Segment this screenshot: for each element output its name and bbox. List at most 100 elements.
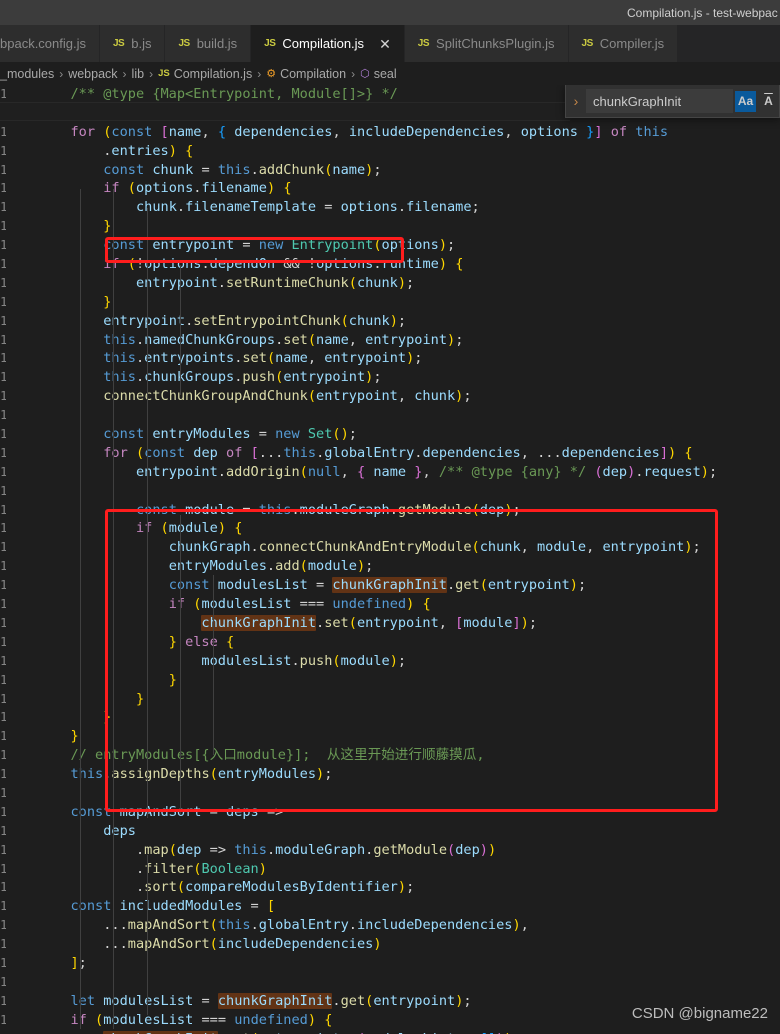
code-line[interactable]: }	[0, 671, 780, 690]
code-editor[interactable]: 1268126912701271127212731274127512761277…	[0, 85, 780, 1034]
editor-tab-compiler-js[interactable]: JS Compiler.js	[568, 25, 679, 62]
method-icon: ⬡	[360, 68, 370, 80]
code-line[interactable]: const modulesList = chunkGraphInit.get(e…	[0, 576, 780, 595]
indent-guide	[180, 515, 181, 815]
code-line[interactable]: const entryModules = new Set();	[0, 425, 780, 444]
code-line[interactable]: }	[0, 690, 780, 709]
code-line[interactable]: chunk.filenameTemplate = options.filenam…	[0, 198, 780, 217]
find-expand-icon[interactable]: ›	[566, 93, 586, 109]
code-line[interactable]: }	[0, 217, 780, 236]
code-line[interactable]: chunkGraph.connectChunkAndEntryModule(ch…	[0, 538, 780, 557]
breadcrumb-separator-icon: ›	[149, 66, 154, 81]
code-line[interactable]: modulesList.push(module);	[0, 652, 780, 671]
code-line[interactable]: if (module) {	[0, 519, 780, 538]
code-line[interactable]: deps	[0, 822, 780, 841]
breadcrumb-item-seal[interactable]: ⬡ seal	[360, 67, 397, 81]
breadcrumb-item-label: _modules	[0, 66, 55, 81]
breadcrumb-item-label: lib	[131, 66, 145, 81]
editor-tab-build-js[interactable]: JS build.js	[165, 25, 252, 62]
code-line[interactable]: ];	[0, 954, 780, 973]
js-file-icon: JS	[581, 38, 594, 49]
code-line[interactable]	[0, 784, 780, 803]
code-line[interactable]: .filter(Boolean)	[0, 860, 780, 879]
breadcrumb-item-_modules[interactable]: _modules	[0, 67, 54, 81]
watermark: CSDN @bigname22	[631, 1005, 768, 1022]
breadcrumb-item-compilation[interactable]: ⚙ Compilation	[266, 67, 346, 81]
js-file-icon: JS	[113, 38, 125, 49]
jsdoc-comment: /** @type {Map<Entrypoint, Module[]>} */	[5, 86, 398, 102]
code-line[interactable]: this.namedChunkGroups.set(name, entrypoi…	[0, 331, 780, 350]
code-line[interactable]	[0, 406, 780, 425]
code-line[interactable]: entrypoint.setRuntimeChunk(chunk);	[0, 274, 780, 293]
code-line[interactable]: }	[0, 708, 780, 727]
code-content[interactable]: /** @type {Map<Entrypoint, Module[]>} */…	[0, 85, 780, 1034]
match-case-button[interactable]: Aa	[735, 90, 756, 112]
breadcrumb-item-webpack[interactable]: webpack	[68, 67, 117, 81]
text-cursor	[340, 104, 343, 120]
code-line[interactable]: connectChunkGroupAndChunk(entrypoint, ch…	[0, 387, 780, 406]
code-line[interactable]: }	[0, 293, 780, 312]
editor-tab-splitchunksplugin-js[interactable]: JS SplitChunksPlugin.js	[404, 25, 569, 62]
breadcrumb-item-lib[interactable]: lib	[132, 67, 145, 81]
search-match: chunkGraphInit	[332, 577, 447, 594]
code-line[interactable]: this.chunkGroups.push(entrypoint);	[0, 368, 780, 387]
editor-tab-label: b.js	[131, 36, 152, 51]
search-match: chunkGraphInit	[119, 104, 235, 121]
breadcrumb-item-compilation-js[interactable]: JS Compilation.js	[158, 67, 252, 81]
js-file-icon: JS	[158, 68, 170, 79]
breadcrumb-separator-icon: ›	[351, 66, 356, 81]
code-line[interactable]	[0, 482, 780, 501]
editor-tab-b-js[interactable]: JS b.js	[100, 25, 166, 62]
search-match: chunkGraphInit	[217, 992, 333, 1009]
window-title: Compilation.js - test-webpac	[627, 5, 778, 20]
match-whole-word-button[interactable]: A	[758, 91, 779, 112]
code-line[interactable]: const module = this.moduleGraph.getModul…	[0, 501, 780, 520]
code-line[interactable]: const mapAndSort = deps =>	[0, 803, 780, 822]
breadcrumb-separator-icon: ›	[122, 66, 127, 81]
code-line[interactable]: .entries) {	[0, 142, 780, 161]
match-whole-word-label: A	[764, 94, 773, 108]
find-widget[interactable]: › chunkGraphInit Aa A	[565, 85, 780, 118]
js-file-icon: JS	[417, 38, 430, 49]
code-line[interactable]: if (options.filename) {	[0, 179, 780, 198]
code-line[interactable]: chunkGraphInit.set(entrypoint, [module])…	[0, 614, 780, 633]
find-input[interactable]: chunkGraphInit	[586, 89, 733, 113]
class-icon: ⚙	[266, 68, 277, 80]
code-line[interactable]: const includedModules = [	[0, 897, 780, 916]
code-line[interactable]: } else {	[0, 633, 780, 652]
breadcrumb[interactable]: _modules › webpack › lib › JS Compilation.js › ⚙ C…	[0, 62, 780, 85]
code-line[interactable]: chunkGraphInit.set(entrypoint, (modulesL…	[0, 1030, 780, 1034]
indent-guide	[147, 855, 148, 1015]
code-line[interactable]: entryModules.add(module);	[0, 557, 780, 576]
code-line[interactable]: // entryModules[{入口module}]; 从这里开始进行顺藤摸瓜…	[0, 746, 780, 765]
breadcrumb-item-label: seal	[373, 66, 397, 81]
code-line[interactable]: this.assignDepths(entryModules);	[0, 765, 780, 784]
code-line[interactable]: entrypoint.setEntrypointChunk(chunk);	[0, 312, 780, 331]
code-line[interactable]: this.entrypoints.set(name, entrypoint);	[0, 349, 780, 368]
close-icon[interactable]: ✕	[379, 37, 391, 51]
editor-tab-label: SplitChunksPlugin.js	[436, 36, 555, 51]
code-line[interactable]: if (!options.dependOn && !options.runtim…	[0, 255, 780, 274]
code-line[interactable]: .map(dep => this.moduleGraph.getModule(d…	[0, 841, 780, 860]
indent-guide	[147, 208, 148, 818]
code-line[interactable]: entrypoint.addOrigin(null, { name }, /**…	[0, 463, 780, 482]
editor-tab-bpack-config-js[interactable]: bpack.config.js	[0, 25, 100, 62]
code-line[interactable]: }	[0, 727, 780, 746]
js-file-icon: JS	[178, 38, 190, 49]
code-line[interactable]	[0, 973, 780, 992]
search-match: chunkGraphInit	[103, 1030, 218, 1034]
indent-guide	[213, 575, 214, 755]
code-line[interactable]: const chunk = this.addChunk(name);	[0, 161, 780, 180]
code-line[interactable]: ...mapAndSort(this.globalEntry.includeDe…	[0, 916, 780, 935]
code-line[interactable]: if (modulesList === undefined) {	[0, 595, 780, 614]
code-line[interactable]: const entrypoint = new Entrypoint(option…	[0, 236, 780, 255]
indent-guide	[113, 189, 114, 1029]
breadcrumb-item-label: Compilation.js	[173, 66, 253, 81]
code-line[interactable]: for (const [name, { dependencies, includ…	[0, 123, 780, 142]
editor-tab-bar[interactable]: bpack.config.js JS b.js JS build.js JS Compila…	[0, 25, 780, 62]
editor-tab-label: bpack.config.js	[0, 36, 86, 51]
editor-tab-compilation-js[interactable]: JS Compilation.js ✕	[251, 25, 405, 62]
code-line[interactable]: ...mapAndSort(includeDependencies)	[0, 935, 780, 954]
code-line[interactable]: .sort(compareModulesByIdentifier);	[0, 878, 780, 897]
code-line[interactable]: for (const dep of [...this.globalEntry.d…	[0, 444, 780, 463]
